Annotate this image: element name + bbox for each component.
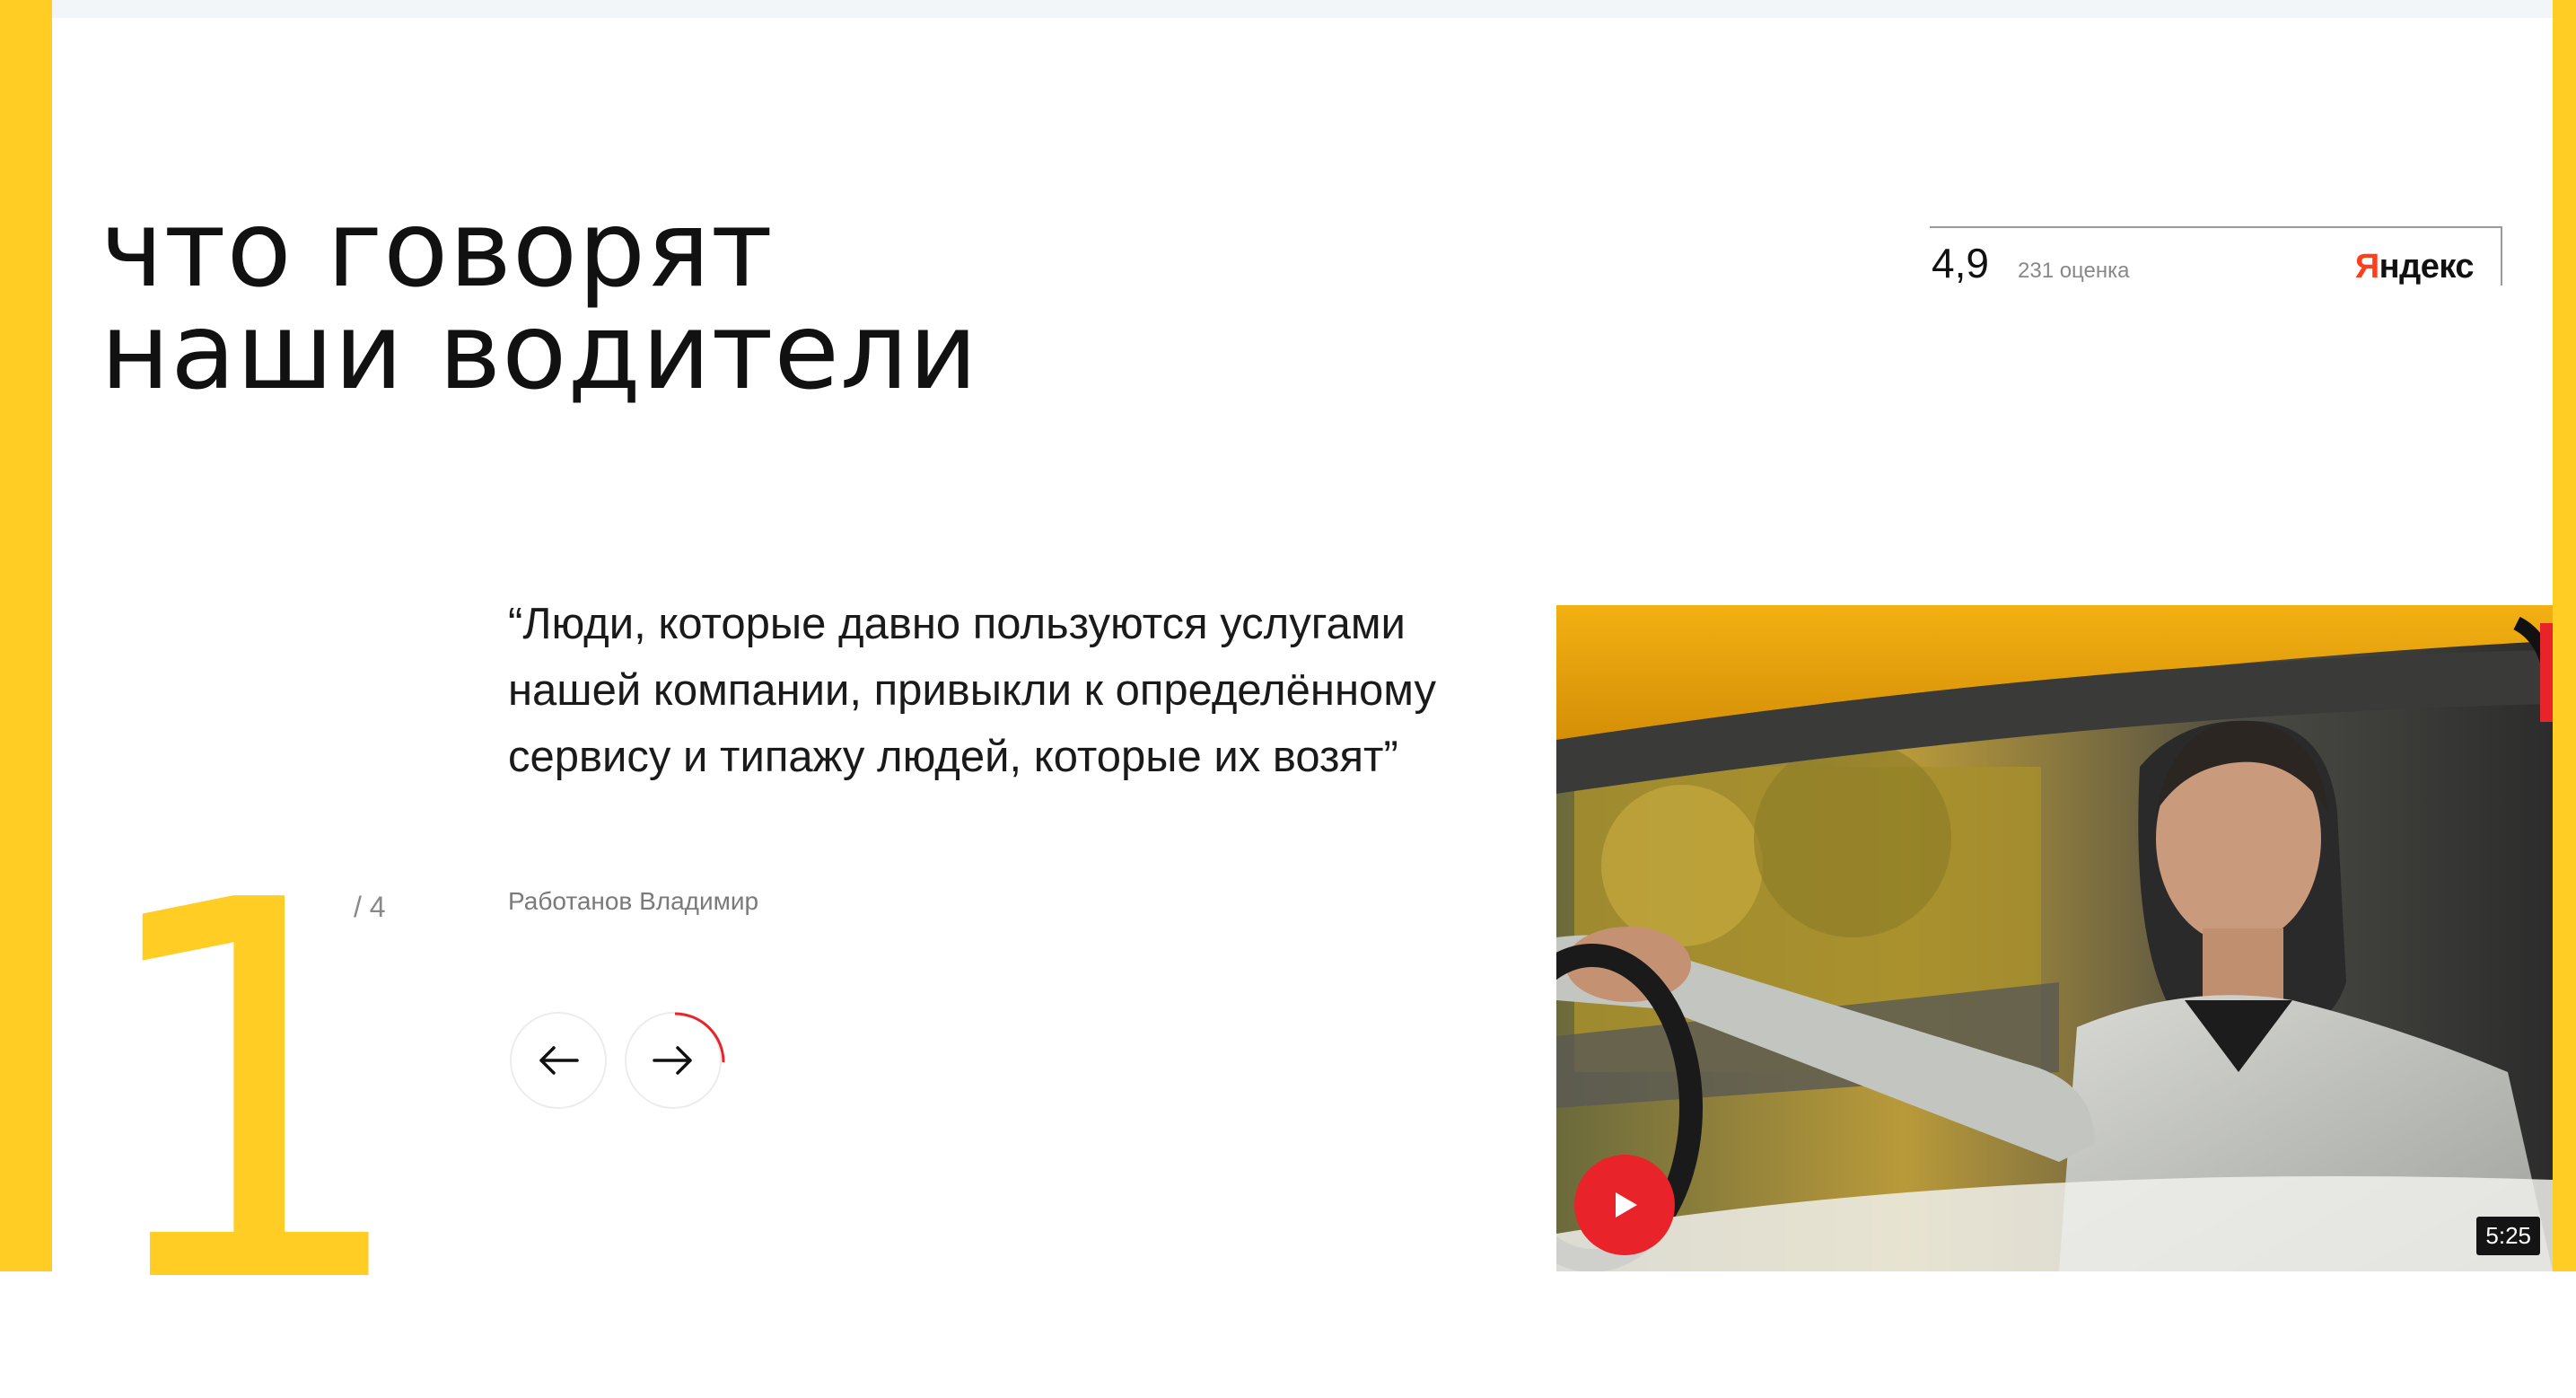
arrow-left-icon [539, 1046, 579, 1075]
page: что говорят наши водители 4,9 231 оценка… [0, 0, 2576, 1356]
rating-widget[interactable]: 4,9 231 оценка Яндекс [1930, 226, 2502, 286]
yandex-logo-rest: ндекс [2379, 248, 2475, 286]
testimonial-author: Работанов Владимир [508, 887, 759, 915]
slide-total: / 4 [354, 891, 386, 923]
testimonial-quote: “Люди, которые давно пользуются услугами… [508, 600, 1437, 781]
yandex-logo-first-letter: Я [2354, 248, 2379, 286]
video-thumbnail [1556, 605, 2553, 1271]
rating-count: 231 оценка [2018, 259, 2130, 283]
rating-score: 4,9 [1932, 240, 1989, 286]
section-title-line-1: что говорят [101, 187, 774, 311]
video-player[interactable]: 5:25 [1556, 605, 2553, 1271]
prev-slide-button[interactable] [510, 1012, 607, 1109]
slide-progress-ring [625, 1012, 725, 1112]
top-strip [52, 0, 2553, 18]
play-button[interactable] [1574, 1155, 1675, 1255]
section-title-line-2: наши водители [101, 289, 979, 413]
right-accent-bar [2553, 0, 2576, 1271]
left-accent-bar [0, 0, 52, 1271]
video-duration: 5:25 [2476, 1217, 2540, 1255]
play-icon [1616, 1192, 1637, 1218]
yandex-logo[interactable]: Яндекс [2354, 248, 2475, 286]
section-title: что говорят наши водители [101, 187, 979, 413]
next-slide-button[interactable] [625, 1012, 725, 1112]
